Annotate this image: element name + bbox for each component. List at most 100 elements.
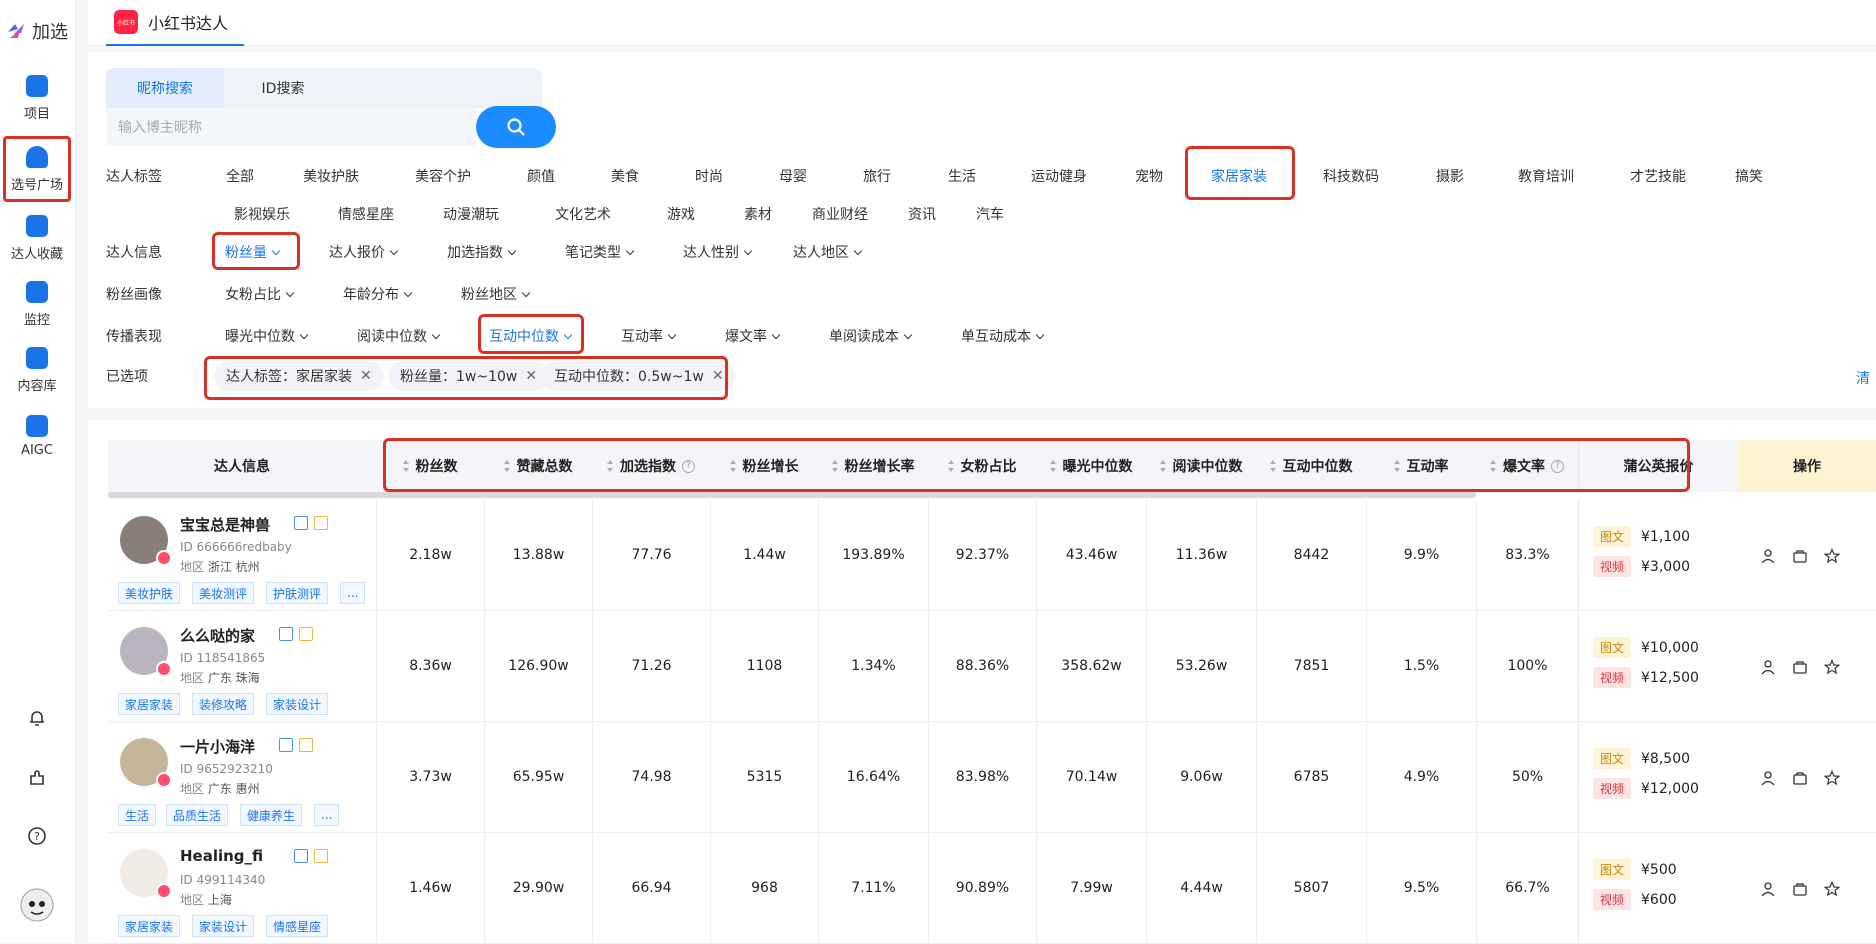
creator-name[interactable]: 一片小海洋	[180, 736, 255, 757]
tag-emotion-astrology[interactable]: 情感星座	[338, 204, 394, 224]
tag-food[interactable]: 美食	[611, 166, 639, 186]
table-row[interactable]: 么么哒的家 ID 118541865 地区 广东 珠海 家居家装 装修攻略 家装设计 8.3…	[108, 611, 1876, 722]
tag-anime-toys[interactable]: 动漫潮玩	[443, 204, 499, 224]
sidebar-item-favorites[interactable]: 达人收藏	[0, 206, 74, 270]
dropdown-creator-gender[interactable]: 达人性别	[683, 242, 751, 262]
note-icon[interactable]	[299, 738, 313, 752]
sidebar-item-aigc[interactable]: AIGC	[0, 404, 74, 468]
tag-all[interactable]: 全部	[226, 166, 254, 186]
tag-funny[interactable]: 搞笑	[1735, 166, 1763, 186]
dropdown-viral-rate[interactable]: 爆文率	[725, 326, 779, 346]
dropdown-note-type[interactable]: 笔记类型	[565, 242, 633, 262]
sidebar-item-monitor[interactable]: 监控	[0, 272, 74, 336]
tag-fitness[interactable]: 运动健身	[1031, 166, 1087, 186]
creator-tag[interactable]: 家居家装	[118, 915, 181, 937]
table-row[interactable]: Healing_fi ID 499114340 地区 上海 家居家装 家装设计 情感星座 1…	[108, 833, 1876, 944]
creator-name[interactable]: 么么哒的家	[180, 625, 255, 646]
tag-travel[interactable]: 旅行	[863, 166, 891, 186]
tab-nickname-search[interactable]: 昵称搜索	[106, 68, 224, 108]
dropdown-creator-region[interactable]: 达人地区	[793, 242, 861, 262]
creator-tag[interactable]: ...	[340, 582, 366, 604]
tag-fashion[interactable]: 时尚	[695, 166, 723, 186]
dropdown-creator-price[interactable]: 达人报价	[329, 242, 397, 262]
tag-education[interactable]: 教育培训	[1518, 166, 1574, 186]
dropdown-jiaxuan-index[interactable]: 加选指数	[447, 242, 515, 262]
profile-icon[interactable]	[1760, 548, 1776, 564]
tag-photography[interactable]: 摄影	[1436, 166, 1464, 186]
creator-tag[interactable]: 健康养生	[240, 804, 303, 826]
creator-tag[interactable]: 家装设计	[266, 693, 329, 715]
tag-auto[interactable]: 汽车	[976, 204, 1004, 224]
profile-icon[interactable]	[1760, 881, 1776, 897]
user-avatar[interactable]	[0, 888, 74, 922]
dropdown-cost-per-interaction[interactable]: 单互动成本	[961, 326, 1043, 346]
dropdown-fan-region[interactable]: 粉丝地区	[461, 284, 529, 304]
app-logo[interactable]: 加选	[6, 18, 68, 44]
star-icon[interactable]	[1824, 659, 1840, 675]
dropdown-age-distribution[interactable]: 年龄分布	[343, 284, 411, 304]
tag-film-entertainment[interactable]: 影视娱乐	[234, 204, 290, 224]
tag-culture-art[interactable]: 文化艺术	[555, 204, 611, 224]
search-button[interactable]	[476, 106, 556, 148]
cart-add-icon[interactable]	[1792, 659, 1808, 675]
tab-xiaohongshu-creators[interactable]: 小红书 小红书达人	[106, 0, 244, 46]
creator-tag[interactable]: 装修攻略	[192, 693, 255, 715]
note-icon[interactable]	[314, 849, 328, 863]
clear-filters-link[interactable]: 清	[1856, 368, 1870, 388]
tag-business-finance[interactable]: 商业财经	[812, 204, 868, 224]
qrcode-icon[interactable]	[294, 516, 308, 530]
dropdown-read-median[interactable]: 阅读中位数	[357, 326, 439, 346]
table-row[interactable]: 宝宝总是神兽 ID 666666redbaby 地区 浙江 杭州 美妆护肤 美妆测评 护肤…	[108, 500, 1876, 611]
note-icon[interactable]	[314, 516, 328, 530]
tag-pets[interactable]: 宠物	[1135, 166, 1163, 186]
creator-tag[interactable]: 美妆护肤	[118, 582, 181, 604]
dropdown-interaction-rate[interactable]: 互动率	[621, 326, 675, 346]
table-row[interactable]: 一片小海洋 ID 9652923210 地区 广东 惠州 生活 品质生活 健康养生... 3…	[108, 722, 1876, 833]
star-icon[interactable]	[1824, 881, 1840, 897]
dropdown-female-ratio[interactable]: 女粉占比	[225, 284, 293, 304]
creator-tag[interactable]: 生活	[118, 804, 157, 826]
sidebar-item-creator-square[interactable]: 选号广场	[3, 136, 71, 202]
tag-mom-baby[interactable]: 母婴	[779, 166, 807, 186]
qrcode-icon[interactable]	[294, 849, 308, 863]
qrcode-icon[interactable]	[279, 738, 293, 752]
cart-add-icon[interactable]	[1792, 881, 1808, 897]
creator-tag[interactable]: 家居家装	[118, 693, 181, 715]
sidebar-item-project[interactable]: 项目	[0, 66, 74, 130]
creator-tag[interactable]: 情感星座	[266, 915, 329, 937]
creator-name[interactable]: Healing_fi	[180, 847, 263, 865]
cart-add-icon[interactable]	[1792, 548, 1808, 564]
creator-tag[interactable]: ...	[314, 804, 340, 826]
creator-tag[interactable]: 品质生活	[166, 804, 229, 826]
note-icon[interactable]	[299, 627, 313, 641]
profile-icon[interactable]	[1760, 659, 1776, 675]
avatar[interactable]	[120, 516, 172, 566]
horizontal-scrollbar[interactable]	[108, 492, 1476, 498]
search-input[interactable]: 输入博主昵称	[106, 108, 476, 146]
notification-bell[interactable]	[0, 708, 74, 728]
tag-looks[interactable]: 颜值	[527, 166, 555, 186]
tag-life[interactable]: 生活	[948, 166, 976, 186]
avatar[interactable]	[120, 738, 172, 788]
avatar[interactable]	[120, 627, 172, 677]
plugin-button[interactable]	[0, 768, 74, 788]
creator-tag[interactable]: 美妆测评	[192, 582, 255, 604]
tag-tech[interactable]: 科技数码	[1323, 166, 1379, 186]
qrcode-icon[interactable]	[279, 627, 293, 641]
creator-tag[interactable]: 家装设计	[192, 915, 255, 937]
sidebar-item-library[interactable]: 内容库	[0, 338, 74, 402]
dropdown-exposure-median[interactable]: 曝光中位数	[225, 326, 307, 346]
star-icon[interactable]	[1824, 548, 1840, 564]
profile-icon[interactable]	[1760, 770, 1776, 786]
star-icon[interactable]	[1824, 770, 1840, 786]
avatar[interactable]	[120, 849, 172, 899]
help-button[interactable]: ?	[0, 826, 74, 846]
tag-games[interactable]: 游戏	[667, 204, 695, 224]
tag-talent[interactable]: 才艺技能	[1630, 166, 1686, 186]
creator-tag[interactable]: 护肤测评	[266, 582, 329, 604]
creator-name[interactable]: 宝宝总是神兽	[180, 514, 270, 535]
tab-id-search[interactable]: ID搜索	[224, 68, 342, 108]
tag-beauty-skincare[interactable]: 美妆护肤	[303, 166, 359, 186]
cart-add-icon[interactable]	[1792, 770, 1808, 786]
tag-beauty-care[interactable]: 美容个护	[415, 166, 471, 186]
